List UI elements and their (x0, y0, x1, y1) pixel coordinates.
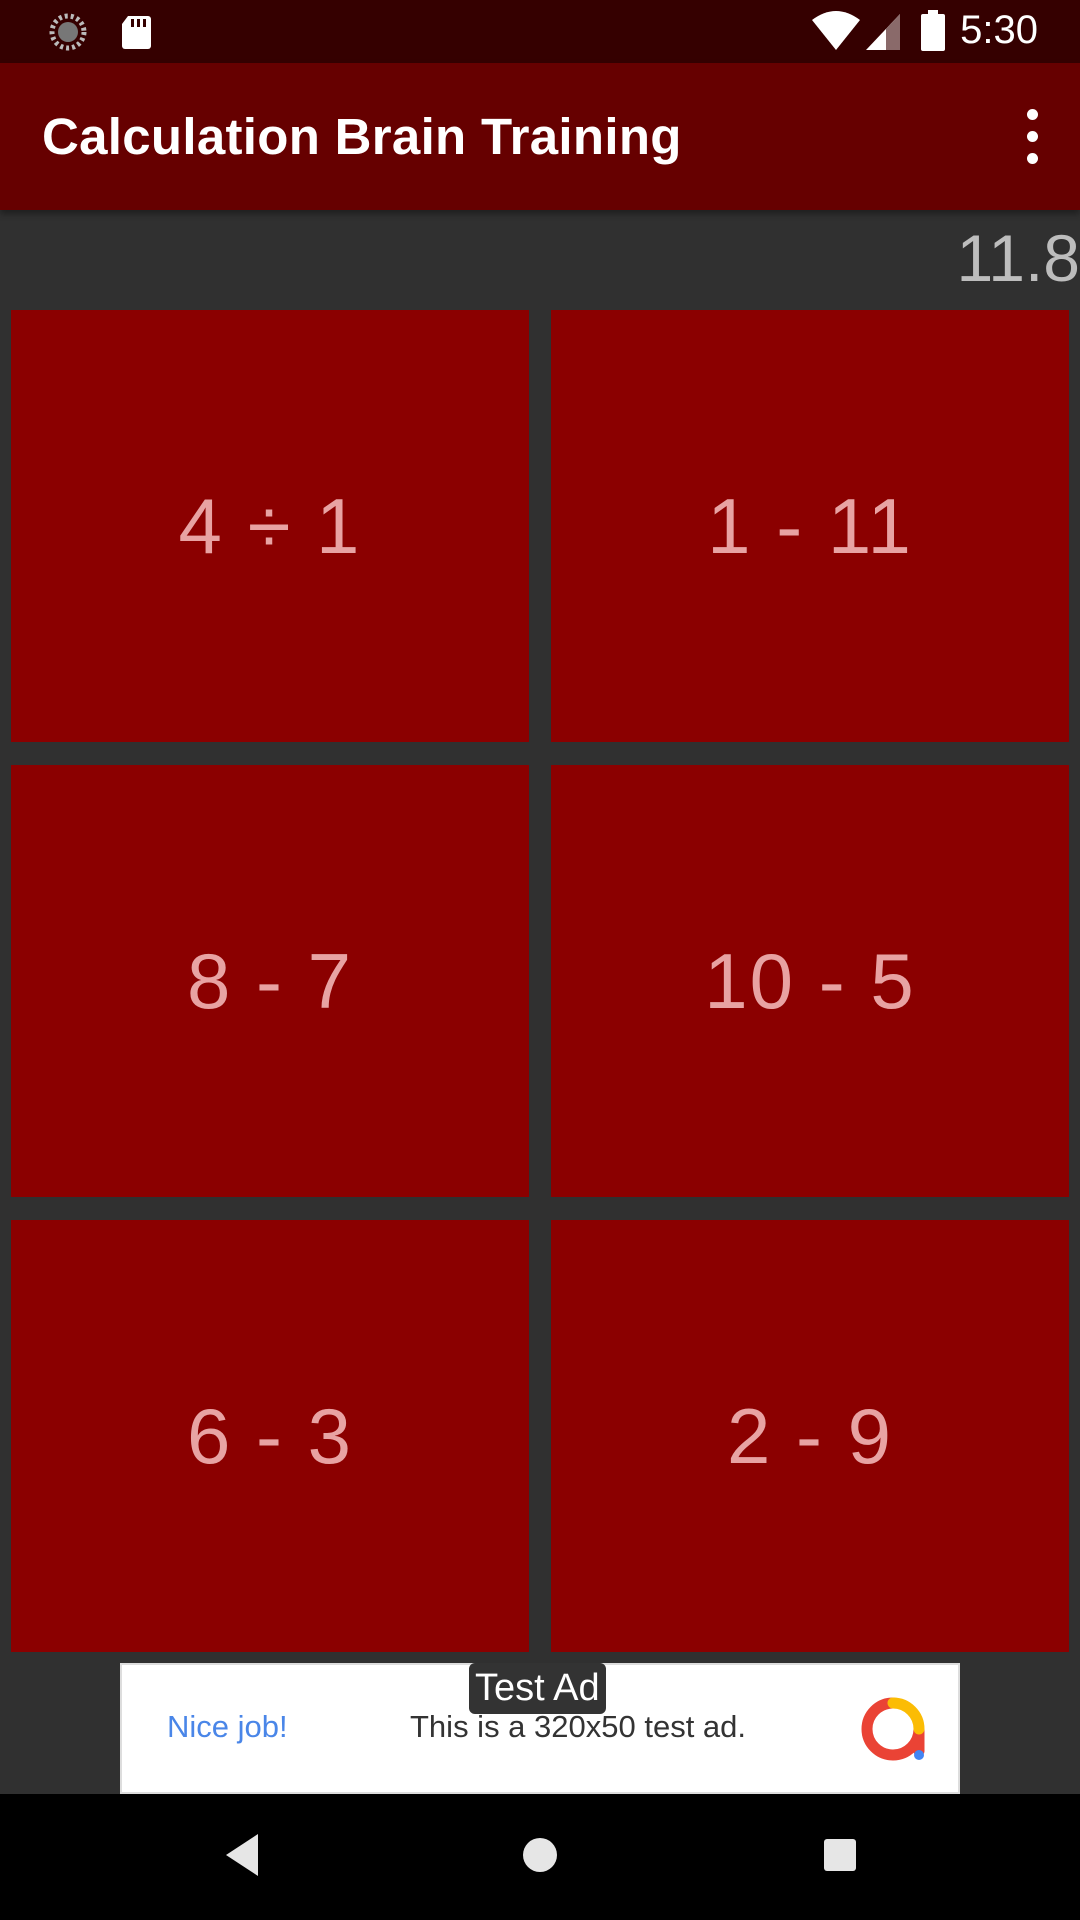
answer-tile-6[interactable]: 2 - 9 (551, 1220, 1069, 1652)
answer-tile-4[interactable]: 10 - 5 (551, 765, 1069, 1197)
loading-circle-icon (49, 13, 87, 51)
app-bar: Calculation Brain Training (0, 63, 1080, 210)
admob-logo-icon (861, 1697, 925, 1761)
tile-expression: 6 - 3 (186, 1391, 354, 1480)
answer-tile-2[interactable]: 1 - 11 (551, 310, 1069, 742)
wifi-icon (812, 11, 860, 50)
signal-icon (866, 14, 900, 50)
answer-tile-3[interactable]: 8 - 7 (11, 765, 529, 1197)
battery-icon (921, 10, 945, 51)
answer-tile-5[interactable]: 6 - 3 (11, 1220, 529, 1652)
status-bar: 5:30 (0, 0, 1080, 63)
timer: 11.8 (956, 221, 1080, 295)
tile-expression: 2 - 9 (726, 1391, 894, 1480)
ad-body: This is a 320x50 test ad. (410, 1709, 747, 1744)
tile-expression: 10 - 5 (704, 936, 916, 1025)
overflow-menu-icon[interactable] (1002, 103, 1062, 169)
app-title: Calculation Brain Training (42, 108, 682, 165)
ad-label: Test Ad (469, 1663, 606, 1714)
navigation-bar (0, 1794, 1080, 1920)
screen: 5:30 Calculation Brain Training 11.8 4 ÷… (0, 0, 1080, 1920)
back-icon[interactable] (222, 1830, 262, 1880)
status-time: 5:30 (960, 8, 1038, 52)
sd-card-icon (122, 16, 151, 49)
answer-tile-1[interactable]: 4 ÷ 1 (11, 310, 529, 742)
ad-headline: Nice job! (167, 1709, 288, 1744)
tile-expression: 8 - 7 (186, 936, 354, 1025)
home-icon[interactable] (520, 1830, 560, 1880)
recents-icon[interactable] (820, 1830, 860, 1880)
tile-expression: 1 - 11 (707, 481, 913, 570)
tile-expression: 4 ÷ 1 (178, 481, 362, 570)
